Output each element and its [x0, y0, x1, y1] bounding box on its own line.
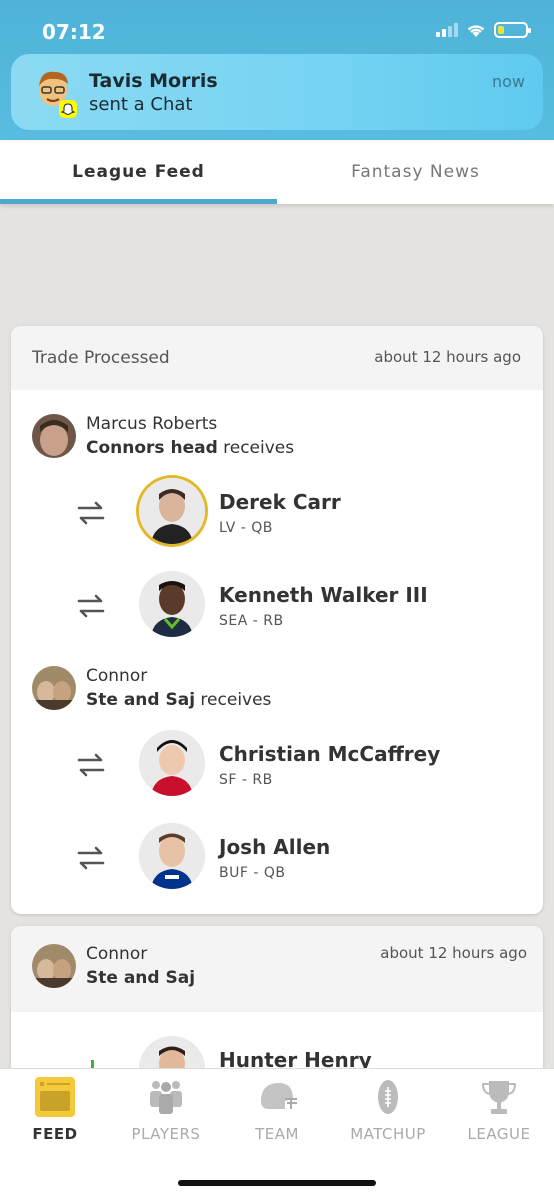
card-header: Trade Processed about 12 hours ago [11, 326, 543, 390]
member-name: Marcus Roberts [86, 414, 218, 434]
trade-card[interactable]: Trade Processed about 12 hours ago Marcu… [11, 326, 543, 914]
notification-body: sent a Chat [89, 94, 193, 115]
nav-label: MATCHUP [350, 1125, 426, 1143]
member-team: Ste and Saj receives [86, 690, 272, 710]
battery-icon [494, 22, 531, 38]
card-timestamp: about 12 hours ago [374, 348, 521, 366]
nav-label: TEAM [255, 1125, 299, 1143]
feed-card[interactable]: Connor Ste and Saj about 12 hours ago Hu… [11, 926, 543, 1086]
football-icon [378, 1080, 398, 1114]
player-row[interactable]: Derek Carr LV - QB [77, 478, 517, 548]
home-indicator [178, 1180, 376, 1186]
swap-icon [77, 594, 105, 618]
wifi-icon [467, 25, 485, 37]
tab-fantasy-news[interactable]: Fantasy News [277, 140, 554, 204]
card-title: Trade Processed [32, 348, 170, 368]
avatar [32, 666, 76, 710]
feed-tabs: League Feed Fantasy News [0, 140, 554, 204]
nav-label: LEAGUE [467, 1125, 531, 1143]
trophy-icon [481, 1081, 517, 1114]
status-time: 07:12 [42, 20, 106, 44]
notification-time: now [491, 72, 525, 91]
player-photo [139, 823, 205, 889]
player-row[interactable]: Kenneth Walker III SEA - RB [77, 571, 517, 641]
avatar [32, 944, 76, 988]
player-photo [139, 730, 205, 796]
member-team: Connors head receives [86, 438, 295, 458]
player-team-position: BUF - QB [219, 865, 286, 881]
swap-icon [77, 501, 105, 525]
status-icons [436, 22, 531, 38]
member-team: Ste and Saj [86, 968, 196, 988]
player-name: Derek Carr [219, 490, 341, 514]
notification-title: Tavis Morris [89, 70, 218, 92]
card-header: Connor Ste and Saj about 12 hours ago [11, 926, 543, 1012]
bitmoji-avatar [39, 71, 77, 118]
player-team-position: SF - RB [219, 772, 273, 788]
tab-league-feed[interactable]: League Feed [0, 140, 277, 204]
member-name: Connor [86, 944, 148, 964]
player-name: Kenneth Walker III [219, 583, 428, 607]
nav-label: PLAYERS [131, 1125, 201, 1143]
status-bar: 07:12 Tavis Morris sent a Chat now [0, 0, 554, 140]
players-icon [150, 1081, 182, 1114]
snapchat-notification[interactable]: Tavis Morris sent a Chat now [11, 54, 543, 130]
feed-icon [35, 1077, 75, 1117]
nav-label: FEED [32, 1125, 78, 1143]
player-team-position: LV - QB [219, 520, 273, 536]
player-team-position: SEA - RB [219, 613, 284, 629]
player-row[interactable]: Josh Allen BUF - QB [77, 823, 517, 893]
member-name: Connor [86, 666, 148, 686]
player-row[interactable]: Christian McCaffrey SF - RB [77, 730, 517, 800]
avatar [32, 414, 76, 458]
player-name: Josh Allen [219, 835, 331, 859]
card-timestamp: about 12 hours ago [380, 944, 527, 962]
swap-icon [77, 846, 105, 870]
player-name: Christian McCaffrey [219, 742, 441, 766]
swap-icon [77, 753, 105, 777]
signal-icon [436, 23, 458, 37]
helmet-icon [261, 1083, 297, 1109]
player-photo [139, 478, 205, 544]
player-photo [139, 571, 205, 637]
